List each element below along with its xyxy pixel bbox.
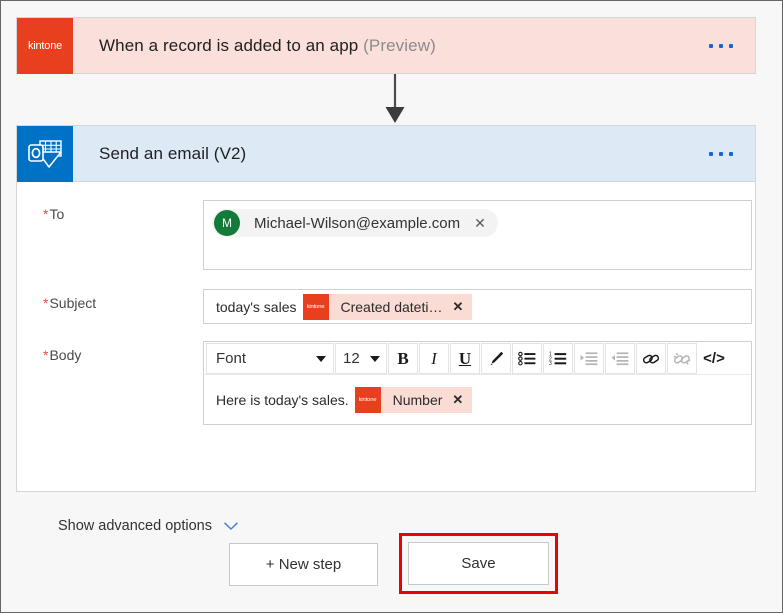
required-marker: * [43,295,48,311]
bold-icon[interactable]: B [388,343,418,374]
trigger-step-preview-tag: (Preview) [363,36,436,55]
remove-token-icon[interactable]: ✕ [452,300,463,313]
italic-icon[interactable]: I [419,343,449,374]
to-field-row: *To M Michael-Wilson@example.com ✕ [17,200,755,270]
body-text: Here is today's sales. [216,392,349,408]
show-advanced-options-toggle[interactable]: Show advanced options [58,518,239,534]
subject-input[interactable]: today's sales kintone Created dateti… ✕ [203,289,752,324]
new-step-button[interactable]: + New step [229,543,378,586]
outlook-icon [17,126,73,182]
to-input[interactable]: M Michael-Wilson@example.com ✕ [203,200,752,270]
subject-dynamic-token[interactable]: kintone Created dateti… ✕ [303,294,473,320]
subject-text: today's sales [216,299,297,315]
dot-icon [709,44,713,48]
chevron-down-icon [370,356,380,362]
dot-icon [729,152,733,156]
recipient-email: Michael-Wilson@example.com [254,215,460,232]
font-size-select[interactable]: 12 [335,343,387,374]
subject-label-text: Subject [49,295,96,311]
body-dynamic-token[interactable]: kintone Number ✕ [355,387,473,413]
dot-icon [729,44,733,48]
dot-icon [719,44,723,48]
action-more-options-button[interactable] [709,152,733,156]
kintone-logo-icon: kintone [17,18,73,74]
subject-field-label: *Subject [43,289,203,311]
kintone-wordmark: kintone [307,303,325,309]
subject-field-row: *Subject today's sales kintone Created d… [17,289,755,324]
trigger-step-card[interactable]: kintone When a record is added to an app… [16,17,756,74]
chevron-down-icon [223,521,239,531]
body-field-label: *Body [43,341,203,363]
svg-text:3: 3 [549,361,552,366]
recipient-chip[interactable]: M Michael-Wilson@example.com ✕ [212,209,498,237]
insert-link-icon[interactable] [636,343,666,374]
designer-canvas: kintone When a record is added to an app… [1,1,782,612]
rich-text-toolbar: Font 12 B I [204,342,751,375]
code-view-icon[interactable]: </> [698,343,730,374]
trigger-step-title: When a record is added to an app (Previe… [99,36,436,56]
trigger-more-options-button[interactable] [709,44,733,48]
code-view-glyph: </> [703,351,725,366]
action-step-header[interactable]: Send an email (V2) [17,126,755,182]
body-content-area[interactable]: Here is today's sales. kintone Number ✕ [204,375,751,424]
trigger-step-header[interactable]: kintone When a record is added to an app… [17,18,755,74]
avatar: M [214,210,240,236]
increase-indent-icon[interactable] [574,343,604,374]
action-step-title: Send an email (V2) [99,144,246,164]
decrease-indent-icon[interactable] [605,343,635,374]
bulleted-list-icon[interactable] [512,343,542,374]
highlight-pen-icon[interactable] [481,343,511,374]
save-button[interactable]: Save [408,542,549,585]
dot-icon [709,152,713,156]
remove-token-icon[interactable]: ✕ [452,393,463,406]
show-advanced-options-label: Show advanced options [58,518,212,534]
to-field-label: *To [43,200,203,222]
subject-token-label: Created dateti… [341,299,443,315]
trigger-step-title-text: When a record is added to an app [99,36,358,55]
action-step-card[interactable]: Send an email (V2) *To M Michael-Wilson@… [16,125,756,492]
required-marker: * [43,347,48,363]
remove-link-icon[interactable] [667,343,697,374]
down-arrow-icon [383,74,407,124]
underline-icon[interactable]: U [450,343,480,374]
body-label-text: Body [49,347,81,363]
kintone-token-logo-icon: kintone [355,387,381,413]
remove-recipient-icon[interactable]: ✕ [474,216,486,230]
font-size-value: 12 [343,350,360,367]
flow-connector [383,74,407,124]
required-marker: * [43,206,48,222]
numbered-list-icon[interactable]: 1 2 3 [543,343,573,374]
email-action-form: *To M Michael-Wilson@example.com ✕ *Subj… [17,200,755,425]
body-rich-text-editor[interactable]: Font 12 B I [203,341,752,425]
chevron-down-icon [316,356,326,362]
body-token-label: Number [393,392,443,408]
body-field-row: *Body Font 12 B [17,341,755,425]
kintone-wordmark: kintone [28,40,62,52]
font-family-select[interactable]: Font [206,343,334,374]
dot-icon [719,152,723,156]
kintone-token-logo-icon: kintone [303,294,329,320]
font-family-value: Font [216,350,246,367]
to-label-text: To [49,206,64,222]
kintone-wordmark: kintone [359,396,377,402]
